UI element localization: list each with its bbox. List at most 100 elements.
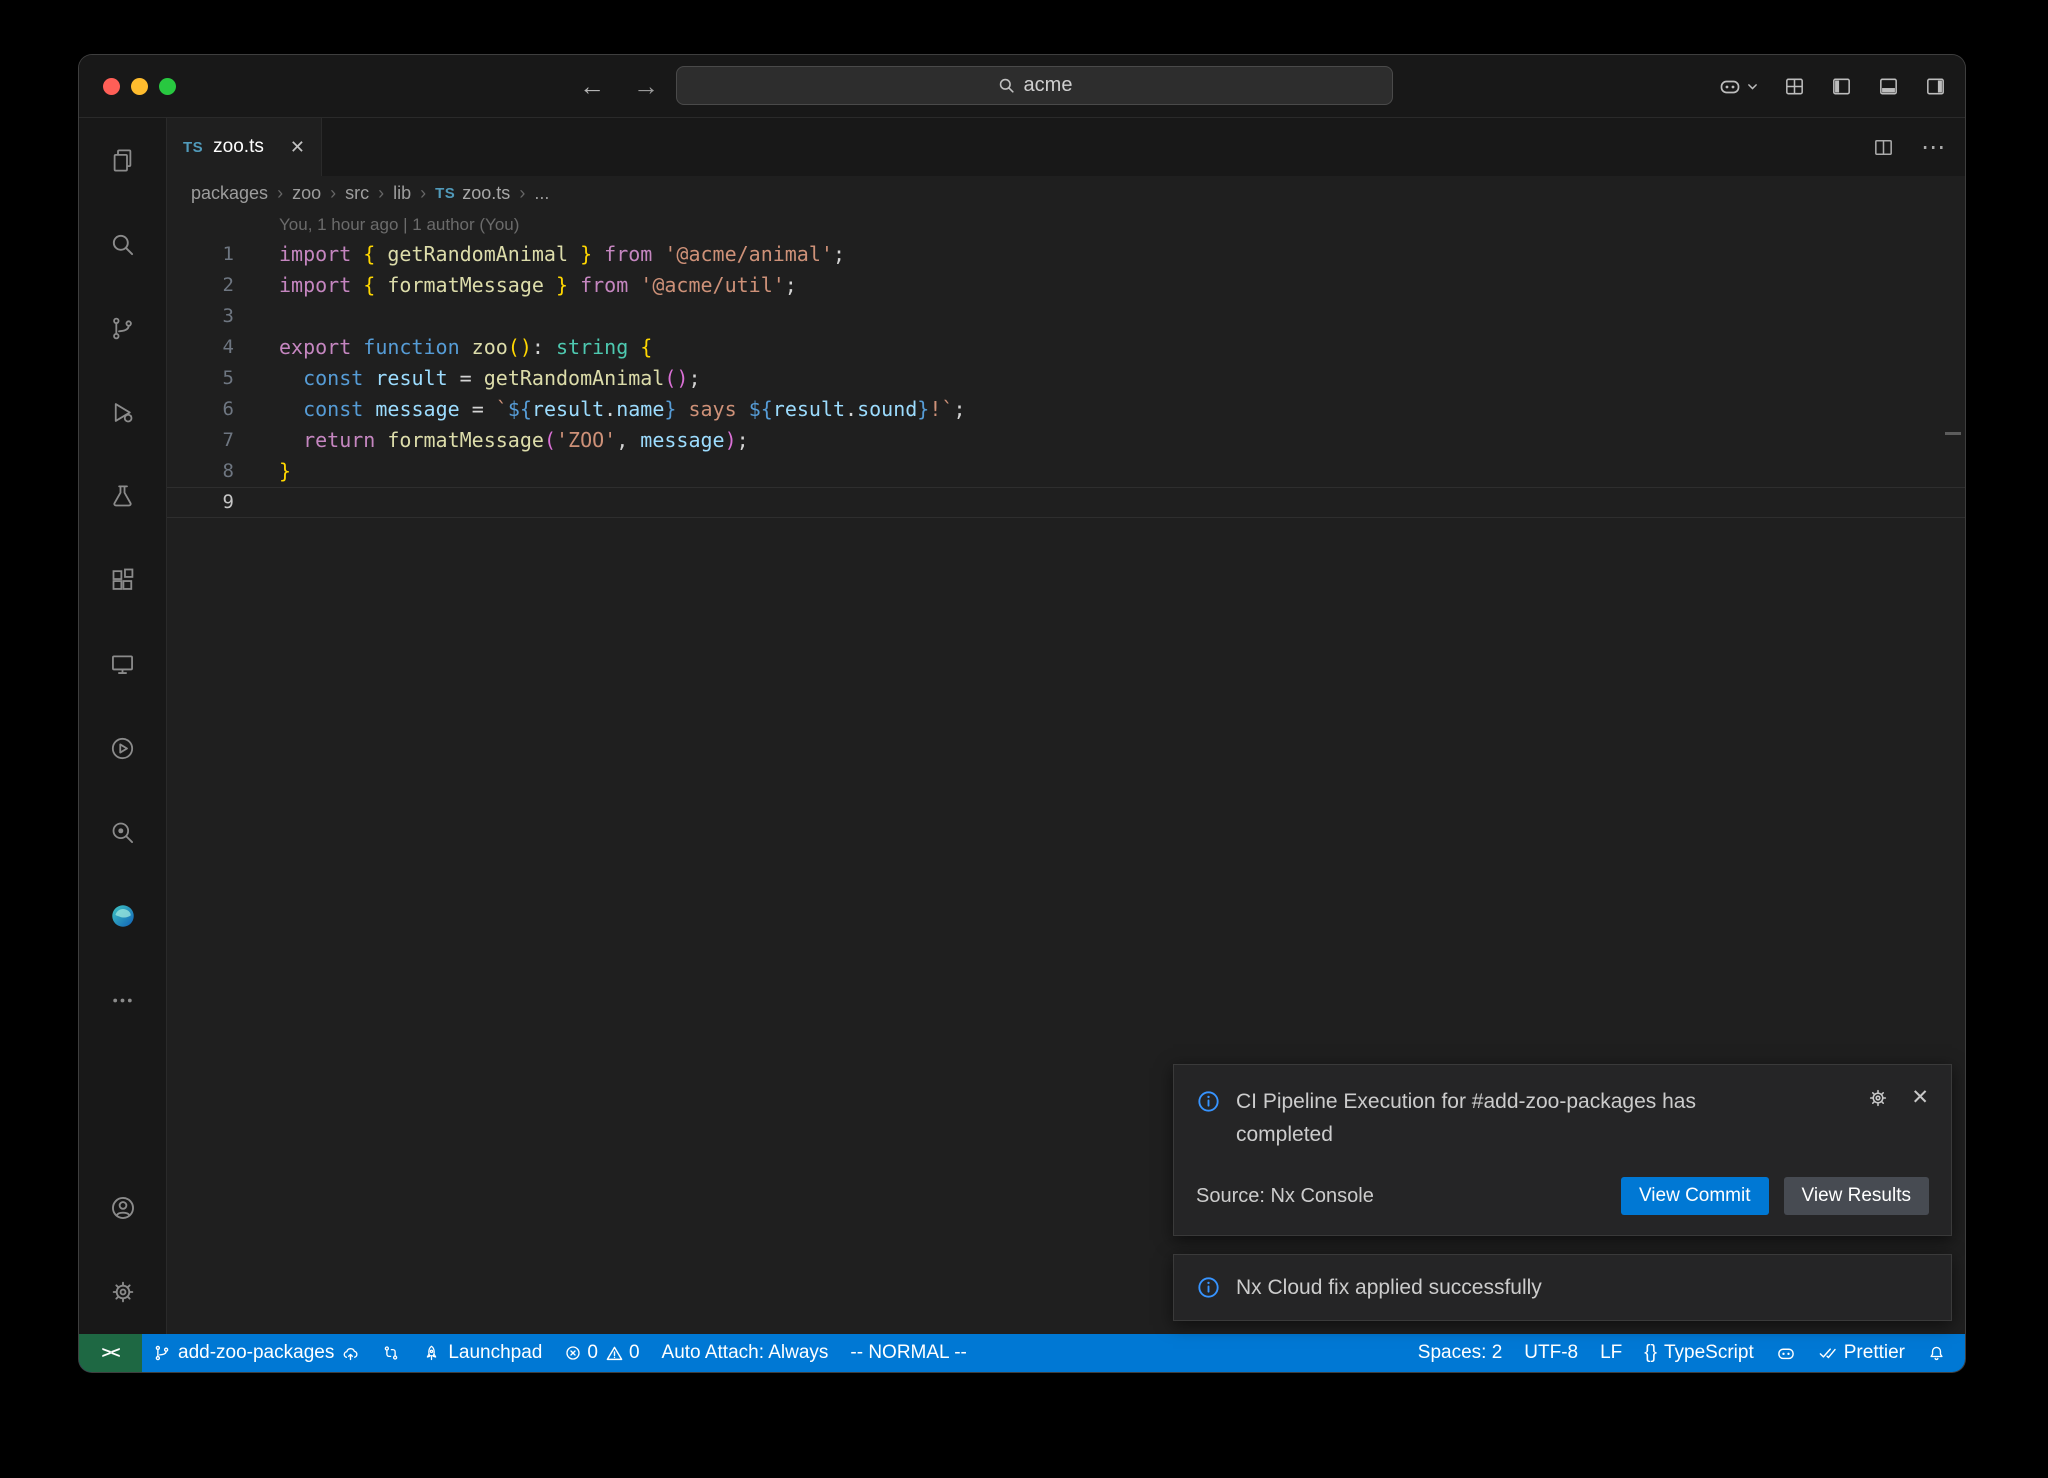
toggle-panel-button[interactable]: [1877, 75, 1900, 98]
settings-gear-icon[interactable]: [79, 1250, 166, 1334]
code-text[interactable]: export function zoo(): string {: [234, 332, 652, 363]
traffic-lights: [103, 55, 176, 117]
copilot-menu-button[interactable]: [1718, 74, 1759, 98]
breadcrumb: packages › zoo › src › lib › TS zoo.ts ›…: [167, 176, 1965, 210]
chevron-right-icon: ›: [519, 183, 525, 204]
eol-indicator[interactable]: LF: [1589, 1334, 1633, 1372]
view-results-button[interactable]: View Results: [1784, 1177, 1929, 1215]
source-control-graph-button[interactable]: [371, 1334, 411, 1372]
navigate-forward-button[interactable]: →: [633, 71, 659, 102]
edge-devtools-icon[interactable]: [79, 874, 166, 958]
notification-settings-gear-icon[interactable]: [1867, 1087, 1889, 1109]
close-window-button[interactable]: [103, 78, 120, 95]
code-text[interactable]: const result = getRandomAnimal();: [234, 363, 701, 394]
chevron-right-icon: ›: [378, 183, 384, 204]
breadcrumb-file-label: zoo.ts: [462, 183, 510, 204]
check-all-icon: [1818, 1344, 1837, 1363]
tab-zoo-ts[interactable]: TS zoo.ts ✕: [167, 118, 322, 176]
split-editor-icon[interactable]: [1872, 136, 1895, 159]
notifications-bell-button[interactable]: [1916, 1334, 1957, 1372]
testing-icon[interactable]: [79, 454, 166, 538]
code-text[interactable]: return formatMessage('ZOO', message);: [234, 425, 749, 456]
info-icon: [1196, 1089, 1221, 1114]
launchpad-button[interactable]: Launchpad: [411, 1334, 553, 1372]
error-count: 0: [587, 1342, 598, 1364]
find-references-icon[interactable]: [79, 790, 166, 874]
line-number[interactable]: 7: [167, 425, 234, 456]
remote-explorer-icon[interactable]: [79, 622, 166, 706]
code-text[interactable]: [234, 301, 279, 332]
code-text[interactable]: [234, 487, 279, 518]
line-number[interactable]: 5: [167, 363, 234, 394]
bell-icon: [1927, 1344, 1946, 1363]
extensions-icon[interactable]: [79, 538, 166, 622]
code-line-4[interactable]: 4export function zoo(): string {: [167, 332, 1965, 363]
breadcrumb-item-src[interactable]: src: [345, 183, 369, 204]
breadcrumb-item-lib[interactable]: lib: [393, 183, 411, 204]
activity-bar: [79, 118, 167, 1334]
navigate-back-button[interactable]: ←: [579, 71, 605, 102]
search-icon[interactable]: [79, 202, 166, 286]
line-number[interactable]: 1: [167, 239, 234, 270]
code-line-3[interactable]: 3: [167, 301, 1965, 332]
additional-views-icon[interactable]: [79, 958, 166, 1042]
customize-layout-button[interactable]: [1783, 75, 1806, 98]
line-number[interactable]: 8: [167, 456, 234, 487]
problems-indicator[interactable]: 0 0: [553, 1334, 650, 1372]
tab-bar: TS zoo.ts ✕ ⋯: [167, 118, 1965, 176]
source-control-icon[interactable]: [79, 286, 166, 370]
code-text[interactable]: import { getRandomAnimal } from '@acme/a…: [234, 239, 845, 270]
remote-indicator[interactable]: ><: [79, 1334, 142, 1372]
copilot-status-button[interactable]: [1765, 1334, 1807, 1372]
code-text[interactable]: }: [234, 456, 291, 487]
accounts-icon[interactable]: [79, 1166, 166, 1250]
notification-close-icon[interactable]: ✕: [1911, 1085, 1929, 1110]
rocket-icon: [422, 1344, 441, 1363]
code-text[interactable]: const message = `${result.name} says ${r…: [234, 394, 965, 425]
title-bar: ← → acme: [79, 55, 1965, 118]
code-line-8[interactable]: 8}: [167, 456, 1965, 487]
auto-attach-indicator[interactable]: Auto Attach: Always: [651, 1334, 840, 1372]
notification-message: Nx Cloud fix applied successfully: [1236, 1276, 1542, 1300]
vscode-window: ← → acme: [78, 54, 1966, 1373]
breadcrumb-item-symbol[interactable]: ...: [534, 183, 549, 204]
toggle-secondary-sidebar-button[interactable]: [1924, 75, 1947, 98]
vim-mode-indicator[interactable]: -- NORMAL --: [839, 1334, 977, 1372]
branch-indicator[interactable]: add-zoo-packages: [142, 1334, 371, 1372]
line-number[interactable]: 9: [167, 487, 234, 518]
indentation-indicator[interactable]: Spaces: 2: [1407, 1334, 1514, 1372]
notification-message: CI Pipeline Execution for #add-zoo-packa…: [1236, 1085, 1786, 1151]
close-tab-icon[interactable]: ✕: [290, 137, 305, 158]
code-line-2[interactable]: 2import { formatMessage } from '@acme/ut…: [167, 270, 1965, 301]
chevron-right-icon: ›: [277, 183, 283, 204]
line-number[interactable]: 2: [167, 270, 234, 301]
encoding-indicator[interactable]: UTF-8: [1513, 1334, 1589, 1372]
overview-ruler-mark: [1945, 432, 1961, 435]
command-center-search[interactable]: acme: [676, 66, 1393, 105]
code-line-7[interactable]: 7 return formatMessage('ZOO', message);: [167, 425, 1965, 456]
explorer-icon[interactable]: [79, 118, 166, 202]
formatter-indicator[interactable]: Prettier: [1807, 1334, 1916, 1372]
minimize-window-button[interactable]: [131, 78, 148, 95]
line-number[interactable]: 4: [167, 332, 234, 363]
toggle-primary-sidebar-button[interactable]: [1830, 75, 1853, 98]
view-commit-button[interactable]: View Commit: [1621, 1177, 1769, 1215]
notification-center: CI Pipeline Execution for #add-zoo-packa…: [1173, 1064, 1952, 1321]
line-number[interactable]: 6: [167, 394, 234, 425]
breadcrumb-item-packages[interactable]: packages: [191, 183, 268, 204]
code-line-9[interactable]: 9: [167, 487, 1965, 518]
zoom-window-button[interactable]: [159, 78, 176, 95]
code-line-5[interactable]: 5 const result = getRandomAnimal();: [167, 363, 1965, 394]
code-line-1[interactable]: 1import { getRandomAnimal } from '@acme/…: [167, 239, 1965, 270]
line-number[interactable]: 3: [167, 301, 234, 332]
code-text[interactable]: import { formatMessage } from '@acme/uti…: [234, 270, 797, 301]
play-circle-icon[interactable]: [79, 706, 166, 790]
code-line-6[interactable]: 6 const message = `${result.name} says $…: [167, 394, 1965, 425]
language-mode-indicator[interactable]: {} TypeScript: [1633, 1334, 1764, 1372]
run-debug-icon[interactable]: [79, 370, 166, 454]
more-actions-icon[interactable]: ⋯: [1921, 133, 1945, 162]
screen-background: ← → acme: [0, 0, 2048, 1478]
breadcrumb-item-zoo[interactable]: zoo: [292, 183, 321, 204]
chevron-right-icon: ›: [330, 183, 336, 204]
breadcrumb-item-file[interactable]: TS zoo.ts: [435, 183, 510, 204]
